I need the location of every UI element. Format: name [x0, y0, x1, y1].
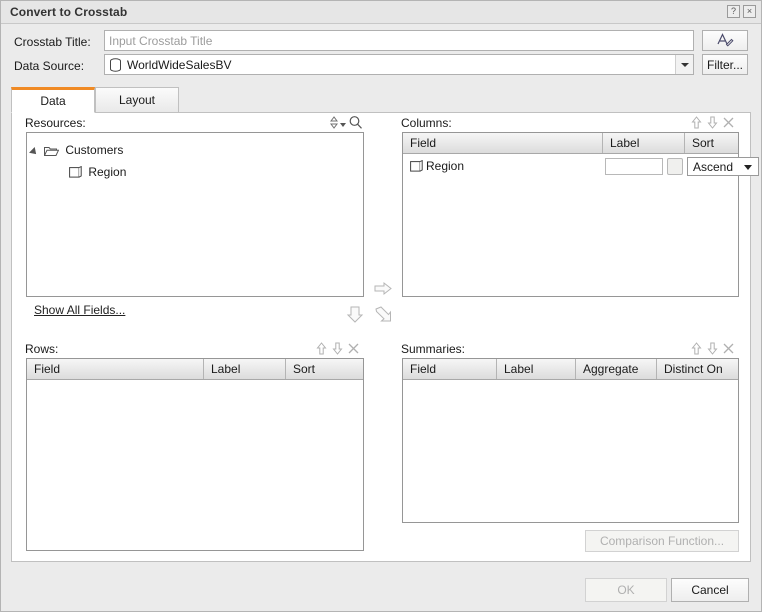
cell-sort-combo[interactable]: Ascend: [687, 157, 759, 176]
summaries-remove-icon[interactable]: [721, 341, 736, 356]
summaries-table[interactable]: Field Label Aggregate Distinct On: [402, 358, 739, 523]
tree-node-region[interactable]: Region: [69, 165, 126, 182]
sort-dropdown-icon[interactable]: [339, 121, 347, 129]
columns-move-up-icon[interactable]: [689, 115, 704, 130]
cell-field[interactable]: Region: [403, 154, 603, 178]
table-header: Field Label Aggregate Distinct On: [403, 359, 738, 380]
rows-move-down-icon[interactable]: [330, 341, 345, 356]
summaries-label: Summaries:: [401, 342, 465, 356]
field-icon: [69, 166, 82, 182]
text-format-icon: [715, 36, 735, 50]
data-source-label: Data Source:: [14, 59, 84, 73]
column-header-field[interactable]: Field: [27, 359, 204, 379]
columns-move-down-icon[interactable]: [705, 115, 720, 130]
resources-label: Resources:: [25, 116, 86, 130]
table-row[interactable]: Region Ascend: [403, 154, 738, 178]
rows-label: Rows:: [25, 342, 58, 356]
tree-node-customers[interactable]: Customers: [44, 143, 123, 160]
database-icon: [109, 58, 122, 72]
show-all-fields-link[interactable]: Show All Fields...: [34, 303, 125, 317]
tree-node-label: Customers: [65, 143, 123, 157]
folder-icon: [44, 145, 59, 160]
cancel-button[interactable]: Cancel: [671, 578, 749, 602]
cell-field-text: Region: [426, 159, 464, 173]
title-bar: Convert to Crosstab ? ×: [1, 1, 761, 24]
data-source-combo[interactable]: WorldWideSalesBV: [104, 54, 694, 75]
column-header-distinct-on[interactable]: Distinct On: [657, 359, 738, 379]
chevron-down-icon[interactable]: [675, 55, 693, 74]
column-header-label[interactable]: Label: [603, 133, 685, 153]
column-header-field[interactable]: Field: [403, 359, 497, 379]
format-title-button[interactable]: [702, 30, 748, 51]
column-header-label[interactable]: Label: [204, 359, 286, 379]
tab-data[interactable]: Data: [11, 87, 95, 113]
tab-layout[interactable]: Layout: [95, 87, 179, 113]
ok-button[interactable]: OK: [585, 578, 667, 602]
field-icon: [410, 157, 423, 181]
column-header-sort[interactable]: Sort: [685, 133, 738, 153]
crosstab-title-input[interactable]: [104, 30, 694, 51]
convert-to-crosstab-dialog: Convert to Crosstab ? × Crosstab Title: …: [0, 0, 762, 612]
cell-label-expression-button[interactable]: [667, 158, 683, 175]
columns-table[interactable]: Field Label Sort Region Ascend: [402, 132, 739, 297]
move-to-columns-button[interactable]: [373, 280, 393, 298]
resources-tree[interactable]: Customers Region: [26, 132, 364, 297]
table-header: Field Label Sort: [403, 133, 738, 154]
move-to-rows-button[interactable]: [345, 306, 365, 324]
tree-node-label: Region: [88, 165, 126, 179]
help-icon[interactable]: ?: [727, 5, 740, 18]
column-header-aggregate[interactable]: Aggregate: [576, 359, 657, 379]
window-title: Convert to Crosstab: [10, 5, 127, 19]
cell-sort-value: Ascend: [693, 160, 733, 174]
column-header-label[interactable]: Label: [497, 359, 576, 379]
move-to-summaries-button[interactable]: [373, 306, 393, 324]
cell-label-input[interactable]: [605, 158, 663, 175]
column-header-sort[interactable]: Sort: [286, 359, 363, 379]
filter-button[interactable]: Filter...: [702, 54, 748, 75]
summaries-move-up-icon[interactable]: [689, 341, 704, 356]
expand-triangle-icon[interactable]: [29, 147, 39, 157]
columns-remove-icon[interactable]: [721, 115, 736, 130]
summaries-move-down-icon[interactable]: [705, 341, 720, 356]
rows-move-up-icon[interactable]: [314, 341, 329, 356]
comparison-function-button[interactable]: Comparison Function...: [585, 530, 739, 552]
search-icon[interactable]: [348, 115, 363, 130]
chevron-down-icon[interactable]: [744, 165, 752, 170]
column-header-field[interactable]: Field: [403, 133, 603, 153]
rows-remove-icon[interactable]: [346, 341, 361, 356]
columns-label: Columns:: [401, 116, 452, 130]
rows-table[interactable]: Field Label Sort: [26, 358, 364, 551]
data-source-value: WorldWideSalesBV: [127, 58, 231, 72]
crosstab-title-label: Crosstab Title:: [14, 35, 91, 49]
close-icon[interactable]: ×: [743, 5, 756, 18]
table-header: Field Label Sort: [27, 359, 363, 380]
